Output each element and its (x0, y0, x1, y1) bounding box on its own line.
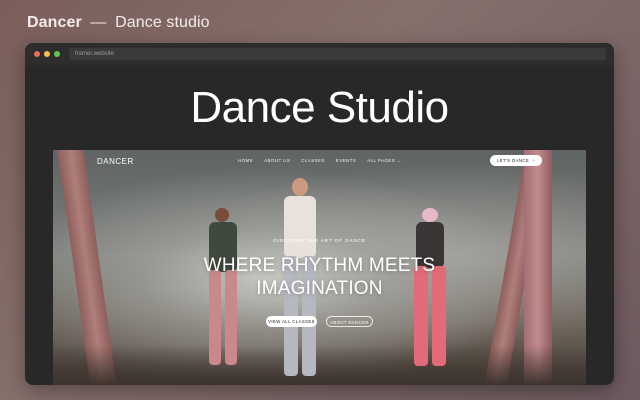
about-dancer-button[interactable]: ABOUT DANCER (326, 316, 373, 327)
nav-home[interactable]: HOME (238, 158, 253, 164)
website-hero-preview: DANCER HOME ABOUT US CLASSES EVENTS ALL … (53, 150, 586, 385)
page-caption: Dancer — Dance studio (27, 14, 210, 32)
lets-dance-button[interactable]: LET'S DANCE › (489, 155, 542, 166)
arrow-right-icon: › (533, 158, 535, 163)
address-bar[interactable]: framer.website (69, 48, 606, 60)
hero-eyebrow: DISCOVER THE ART OF DANCE (273, 239, 366, 244)
nav-all-pages[interactable]: ALL PAGES ⌄ (367, 158, 401, 164)
caption-separator: — (90, 14, 107, 31)
browser-titlebar: framer.website (25, 43, 614, 65)
nav-about-us[interactable]: ABOUT US (264, 158, 290, 164)
close-window-button[interactable] (34, 51, 40, 57)
nav-classes[interactable]: CLASSES (301, 158, 325, 164)
page-title: Dance Studio (190, 83, 449, 132)
caption-brand: Dancer (27, 14, 82, 31)
maximize-window-button[interactable] (54, 51, 60, 57)
view-all-classes-button[interactable]: VIEW ALL CLASSES (266, 316, 317, 327)
site-logo[interactable]: DANCER (97, 157, 134, 166)
site-nav: HOME ABOUT US CLASSES EVENTS ALL PAGES ⌄ (238, 158, 401, 164)
caption-subtitle: Dance studio (115, 14, 210, 31)
hero-title-line-1: WHERE RHYTHM MEETS (203, 255, 436, 276)
minimize-window-button[interactable] (44, 51, 50, 57)
nav-events[interactable]: EVENTS (336, 158, 356, 164)
hero-title-line-2: IMAGINATION (256, 278, 383, 299)
browser-window: framer.website Dance Studio DANCER HOME … (25, 43, 614, 385)
lets-dance-label: LET'S DANCE (496, 158, 530, 163)
hero-title: WHERE RHYTHM MEETS IMAGINATION (53, 254, 586, 300)
